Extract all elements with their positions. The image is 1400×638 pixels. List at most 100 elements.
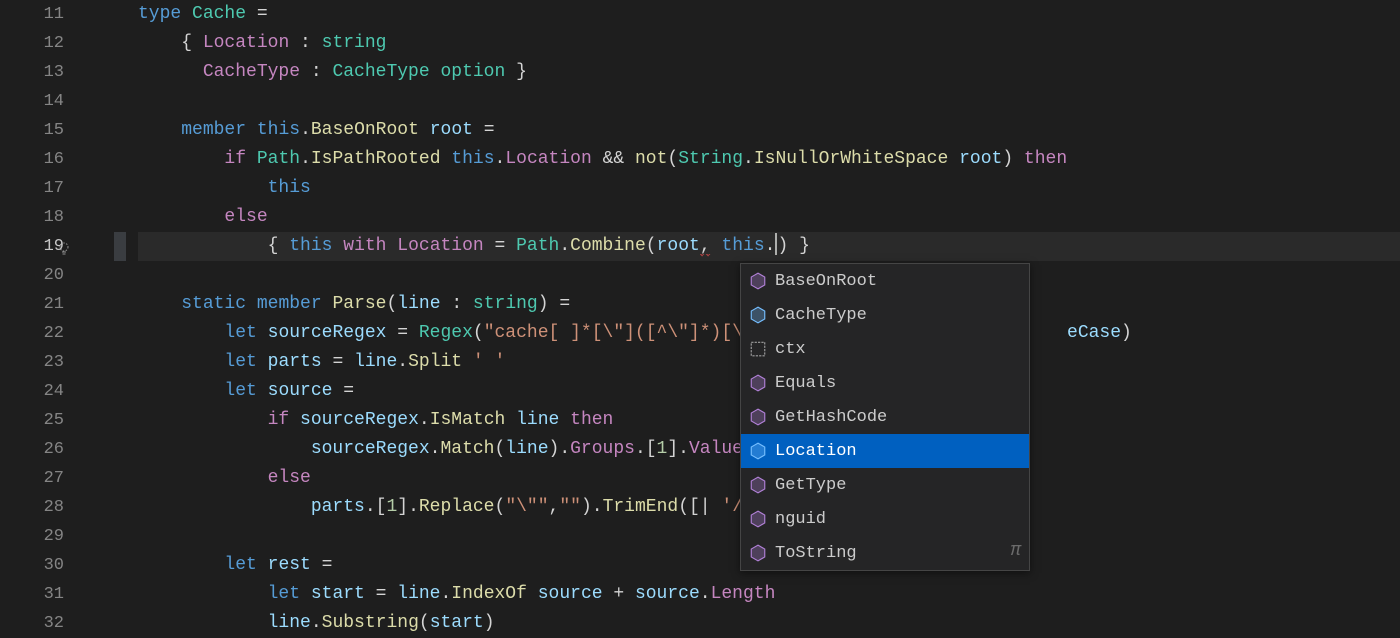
token-fn: IsNullOrWhiteSpace (754, 149, 948, 169)
token-id: line (397, 584, 440, 604)
token-id: start (430, 613, 484, 633)
token-indent (138, 33, 181, 53)
completion-label: ctx (775, 335, 1019, 364)
token-num: 1 (657, 439, 668, 459)
line-number: 22 (0, 319, 90, 348)
token-kw2: else (224, 207, 267, 227)
token-indent (138, 468, 268, 488)
token-fn: IsPathRooted (311, 149, 441, 169)
completion-label: nguid (775, 505, 1019, 534)
completion-label: Equals (775, 369, 1019, 398)
token-punc (246, 294, 257, 314)
code-line[interactable]: member this.BaseOnRoot root = (138, 116, 1400, 145)
margin-mark (114, 232, 126, 261)
token-squig: , (700, 236, 711, 257)
token-indent (138, 294, 181, 314)
code-editor[interactable]: 111213141516171819 202122232425262728293… (0, 0, 1400, 636)
token-id: line (505, 439, 548, 459)
method-icon (749, 476, 767, 494)
line-number: 29 (0, 522, 90, 551)
code-line[interactable]: { this with Location = Path.Combine(root… (138, 232, 1400, 261)
completion-item[interactable]: BaseOnRoot (741, 264, 1029, 298)
line-number: 27 (0, 464, 90, 493)
token-kw: member (181, 120, 246, 140)
line-number: 16 (0, 145, 90, 174)
line-number: 26 (0, 435, 90, 464)
token-punc: = (246, 4, 268, 24)
completion-label: GetHashCode (775, 403, 1019, 432)
token-kw: let (224, 352, 256, 372)
token-punc: , (549, 497, 560, 517)
completion-label: Location (775, 437, 1019, 466)
token-punc (246, 120, 257, 140)
token-prop: Location (505, 149, 591, 169)
token-punc: } (505, 62, 527, 82)
token-str: "" (559, 497, 581, 517)
code-line[interactable]: { Location : string (138, 29, 1400, 58)
token-punc: : (300, 62, 332, 82)
token-punc: = (365, 584, 397, 604)
code-line[interactable] (138, 87, 1400, 116)
token-fn: IsMatch (430, 410, 506, 430)
token-punc (257, 352, 268, 372)
token-punc: . (700, 584, 711, 604)
completion-item[interactable]: GetType (741, 468, 1029, 502)
token-punc (386, 236, 397, 256)
token-fn: not (635, 149, 667, 169)
line-number: 25 (0, 406, 90, 435)
token-punc (505, 410, 516, 430)
code-line[interactable]: if Path.IsPathRooted this.Location && no… (138, 145, 1400, 174)
token-kw: let (268, 584, 300, 604)
token-kw2: then (1024, 149, 1067, 169)
completion-label: CacheType (775, 301, 1019, 330)
token-punc (246, 149, 257, 169)
token-type: string (473, 294, 538, 314)
token-kw: let (224, 381, 256, 401)
intellisense-popup[interactable]: BaseOnRoot CacheType ctx Equals GetHashCode L… (740, 263, 1030, 571)
token-fn: Split (408, 352, 462, 372)
line-number: 28 (0, 493, 90, 522)
token-id: parts (311, 497, 365, 517)
token-type: Cache (192, 4, 246, 24)
line-number: 23 (0, 348, 90, 377)
token-punc: ( (646, 236, 657, 256)
token-punc: = (473, 120, 495, 140)
token-str: "cache[ ]*[\"]([^\"]*)[\ (484, 323, 743, 343)
line-number: 18 (0, 203, 90, 232)
token-punc: ]. (397, 497, 419, 517)
completion-item[interactable]: CacheType (741, 298, 1029, 332)
code-line[interactable]: CacheType : CacheType option } (138, 58, 1400, 87)
code-line[interactable]: type Cache = (138, 0, 1400, 29)
field-icon (749, 442, 767, 460)
completion-item[interactable]: GetHashCode (741, 400, 1029, 434)
token-punc (948, 149, 959, 169)
code-line[interactable]: line.Substring(start) (138, 609, 1400, 638)
token-str: ' ' (473, 352, 505, 372)
token-fn: IndexOf (451, 584, 527, 604)
line-number-gutter: 111213141516171819 202122232425262728293… (0, 0, 90, 636)
completion-item[interactable]: ctx (741, 332, 1029, 366)
code-line[interactable]: this (138, 174, 1400, 203)
line-number: 31 (0, 580, 90, 609)
token-id: eCase (1067, 323, 1121, 343)
token-type: option (440, 62, 505, 82)
lightbulb-icon[interactable] (56, 239, 72, 255)
pi-indicator: π (1010, 537, 1021, 566)
code-line[interactable]: else (138, 203, 1400, 232)
token-id: source (635, 584, 700, 604)
code-line[interactable]: let start = line.IndexOf source + source… (138, 580, 1400, 609)
completion-item[interactable]: ToString (741, 536, 1029, 570)
token-kw: let (224, 555, 256, 575)
token-id: line (397, 294, 440, 314)
token-id: line (354, 352, 397, 372)
token-punc: ([| (678, 497, 721, 517)
token-punc: = (311, 555, 333, 575)
token-punc: : (289, 33, 321, 53)
token-kw: member (257, 294, 322, 314)
completion-item[interactable]: Location (741, 434, 1029, 468)
token-punc: ). (581, 497, 603, 517)
completion-item[interactable]: Equals (741, 366, 1029, 400)
completion-item[interactable]: nguid (741, 502, 1029, 536)
token-str: "\"" (505, 497, 548, 517)
token-kw2: then (570, 410, 613, 430)
